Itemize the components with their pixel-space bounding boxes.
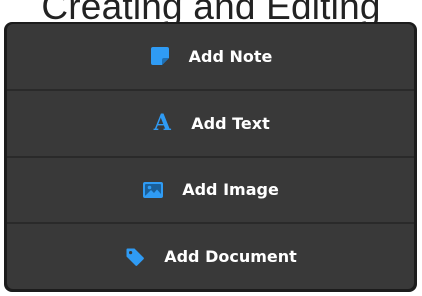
add-item-menu-list: Add Note A Add Text Add Image Add Docume… <box>7 24 414 289</box>
add-note-menu-item[interactable]: Add Note <box>7 24 414 91</box>
add-text-label: Add Text <box>191 113 270 133</box>
image-icon <box>142 179 164 201</box>
add-image-menu-item[interactable]: Add Image <box>7 158 414 225</box>
add-document-menu-item[interactable]: Add Document <box>7 224 414 289</box>
add-text-menu-item[interactable]: A Add Text <box>7 91 414 158</box>
tag-icon <box>124 246 146 268</box>
letter-a-icon: A <box>153 110 171 137</box>
add-document-label: Add Document <box>164 247 297 267</box>
sticky-note-icon <box>149 45 171 67</box>
add-image-label: Add Image <box>182 180 279 200</box>
add-note-label: Add Note <box>188 46 273 66</box>
add-item-menu: Add Note A Add Text Add Image Add Docume… <box>4 22 417 292</box>
